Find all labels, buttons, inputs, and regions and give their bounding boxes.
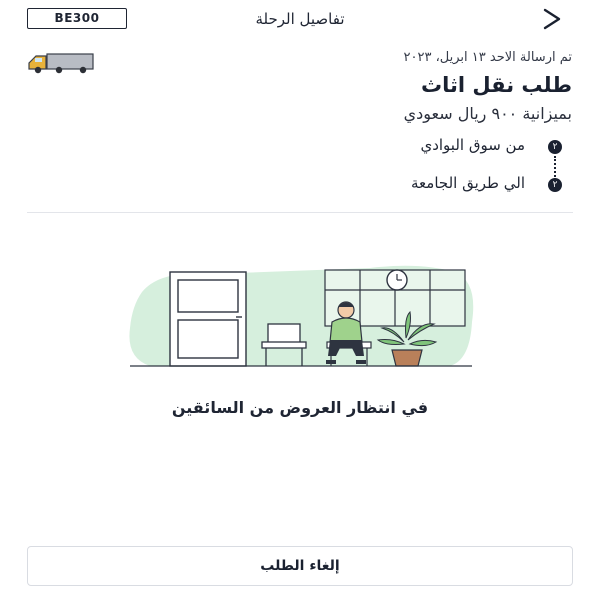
chevron-back-icon[interactable]	[540, 6, 564, 32]
route-from-marker: ٢	[548, 140, 562, 154]
sent-date: تم ارسالة الاحد ١٣ ابريل، ٢٠٢٣	[403, 50, 572, 65]
truck-icon	[28, 53, 94, 74]
waiting-room-illustration	[129, 265, 474, 367]
waiting-for-offers-message: في انتظار العروض من السائقين	[171, 398, 429, 417]
page-title: تفاصيل الرحلة	[255, 10, 345, 28]
divider	[27, 212, 573, 213]
route-connector	[554, 156, 558, 180]
request-title: طلب نقل اثاث	[420, 73, 572, 97]
trip-code-badge: BE300	[27, 8, 127, 29]
clock	[386, 269, 408, 291]
request-budget: بميزانية ٩٠٠ ريال سعودي	[403, 104, 572, 123]
header: BE300 تفاصيل الرحلة	[0, 0, 600, 40]
route-from-label: من سوق البوادي	[420, 136, 525, 154]
cancel-request-button[interactable]: إلغاء الطلب	[27, 546, 573, 586]
door	[169, 271, 247, 367]
route-to-label: الي طريق الجامعة	[411, 174, 525, 192]
route-to-marker: ٢	[548, 178, 562, 192]
